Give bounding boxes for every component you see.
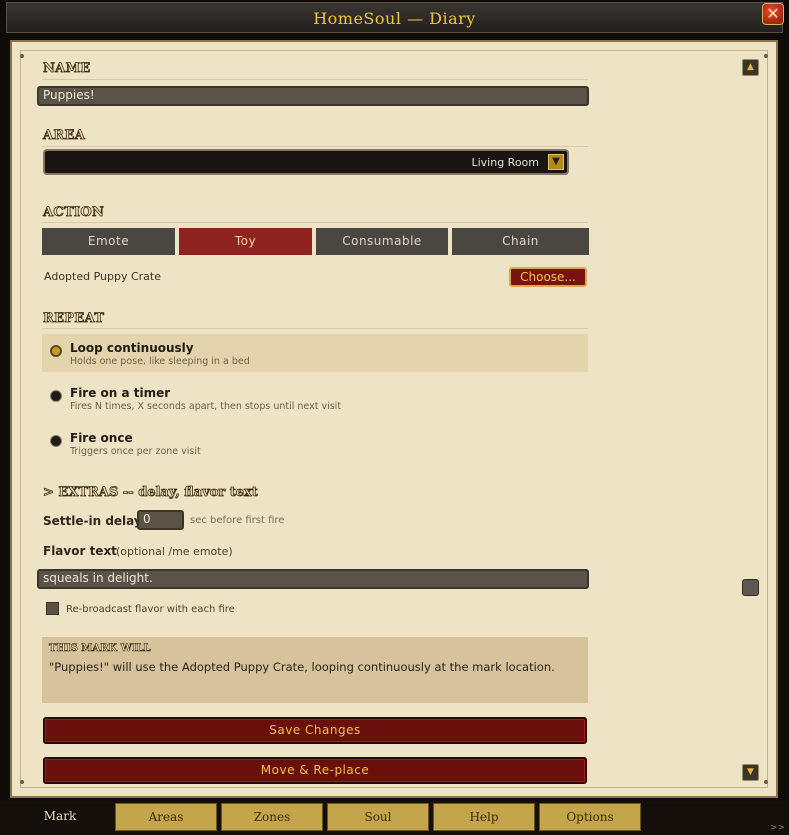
radio-selected-icon[interactable] [50,345,62,357]
area-dropdown-value: Living Room [471,156,539,169]
tab-areas[interactable]: Areas [115,803,217,831]
flavor-text-input[interactable]: squeals in delight. [37,569,589,589]
option-description: Fires N times, X seconds apart, then sto… [70,401,342,412]
option-title: Fire once [70,431,133,445]
divider [42,146,588,147]
move-replace-button[interactable]: Move & Re-place [43,757,587,784]
summary-heading: THIS MARK WILL [49,643,151,655]
scrollbar-thumb[interactable] [742,579,759,596]
name-input[interactable]: Puppies! [37,86,589,106]
divider [42,79,588,80]
choose-button[interactable]: Choose... [509,267,587,287]
summary-panel: THIS MARK WILL "Puppies!" will use the A… [42,637,588,703]
selected-item-label: Adopted Puppy Crate [44,270,161,283]
settle-delay-label: Settle-in delay: [43,514,147,528]
name-heading: NAME [43,61,91,77]
action-chain-button[interactable]: Chain [452,228,589,255]
flavor-text-label: Flavor text [43,544,117,558]
flavor-text-hint: (optional /me emote) [116,545,233,558]
save-changes-button[interactable]: Save Changes [43,717,587,744]
resize-grip-icon[interactable]: >> [770,823,785,833]
area-heading: AREA [43,128,86,144]
radio-icon[interactable] [50,435,62,447]
action-emote-button[interactable]: Emote [42,228,175,255]
divider [42,328,588,329]
extras-toggle[interactable]: > EXTRAS -- delay, flavor text [43,485,259,501]
scroll-down-icon[interactable]: ▼ [742,764,759,781]
chevron-down-icon[interactable]: ▼ [548,154,564,170]
repeat-option-loop[interactable]: Loop continuously Holds one pose, like s… [42,334,588,372]
rebroadcast-checkbox[interactable] [46,602,59,615]
radio-icon[interactable] [50,390,62,402]
option-title: Fire on a timer [70,386,171,400]
repeat-option-once[interactable]: Fire once Triggers once per zone visit [42,424,588,462]
tab-mark[interactable]: Mark [8,803,112,831]
settle-delay-hint: sec before first fire [190,515,285,526]
form-content: NAME Puppies! AREA Living Room ▼ ACTION … [0,0,789,835]
option-description: Triggers once per zone visit [70,446,201,457]
tab-options[interactable]: Options [539,803,641,831]
settle-delay-input[interactable]: 0 [137,510,184,530]
tab-zones[interactable]: Zones [221,803,323,831]
summary-text: "Puppies!" will use the Adopted Puppy Cr… [49,660,555,674]
repeat-option-timer[interactable]: Fire on a timer Fires N times, X seconds… [42,379,588,417]
action-heading: ACTION [43,205,105,221]
scroll-up-icon[interactable]: ▲ [742,59,759,76]
option-title: Loop continuously [70,341,194,355]
action-toy-button[interactable]: Toy [179,228,312,255]
repeat-heading: REPEAT [43,311,105,327]
tab-help[interactable]: Help [433,803,535,831]
tab-soul[interactable]: Soul [327,803,429,831]
rebroadcast-label: Re-broadcast flavor with each fire [66,604,235,615]
option-description: Holds one pose, like sleeping in a bed [70,356,250,367]
area-dropdown[interactable]: Living Room ▼ [43,149,569,175]
diary-window: HomeSoul — Diary ✕ NAME Puppies! AREA Li… [0,0,789,835]
action-consumable-button[interactable]: Consumable [316,228,448,255]
divider [42,222,588,223]
